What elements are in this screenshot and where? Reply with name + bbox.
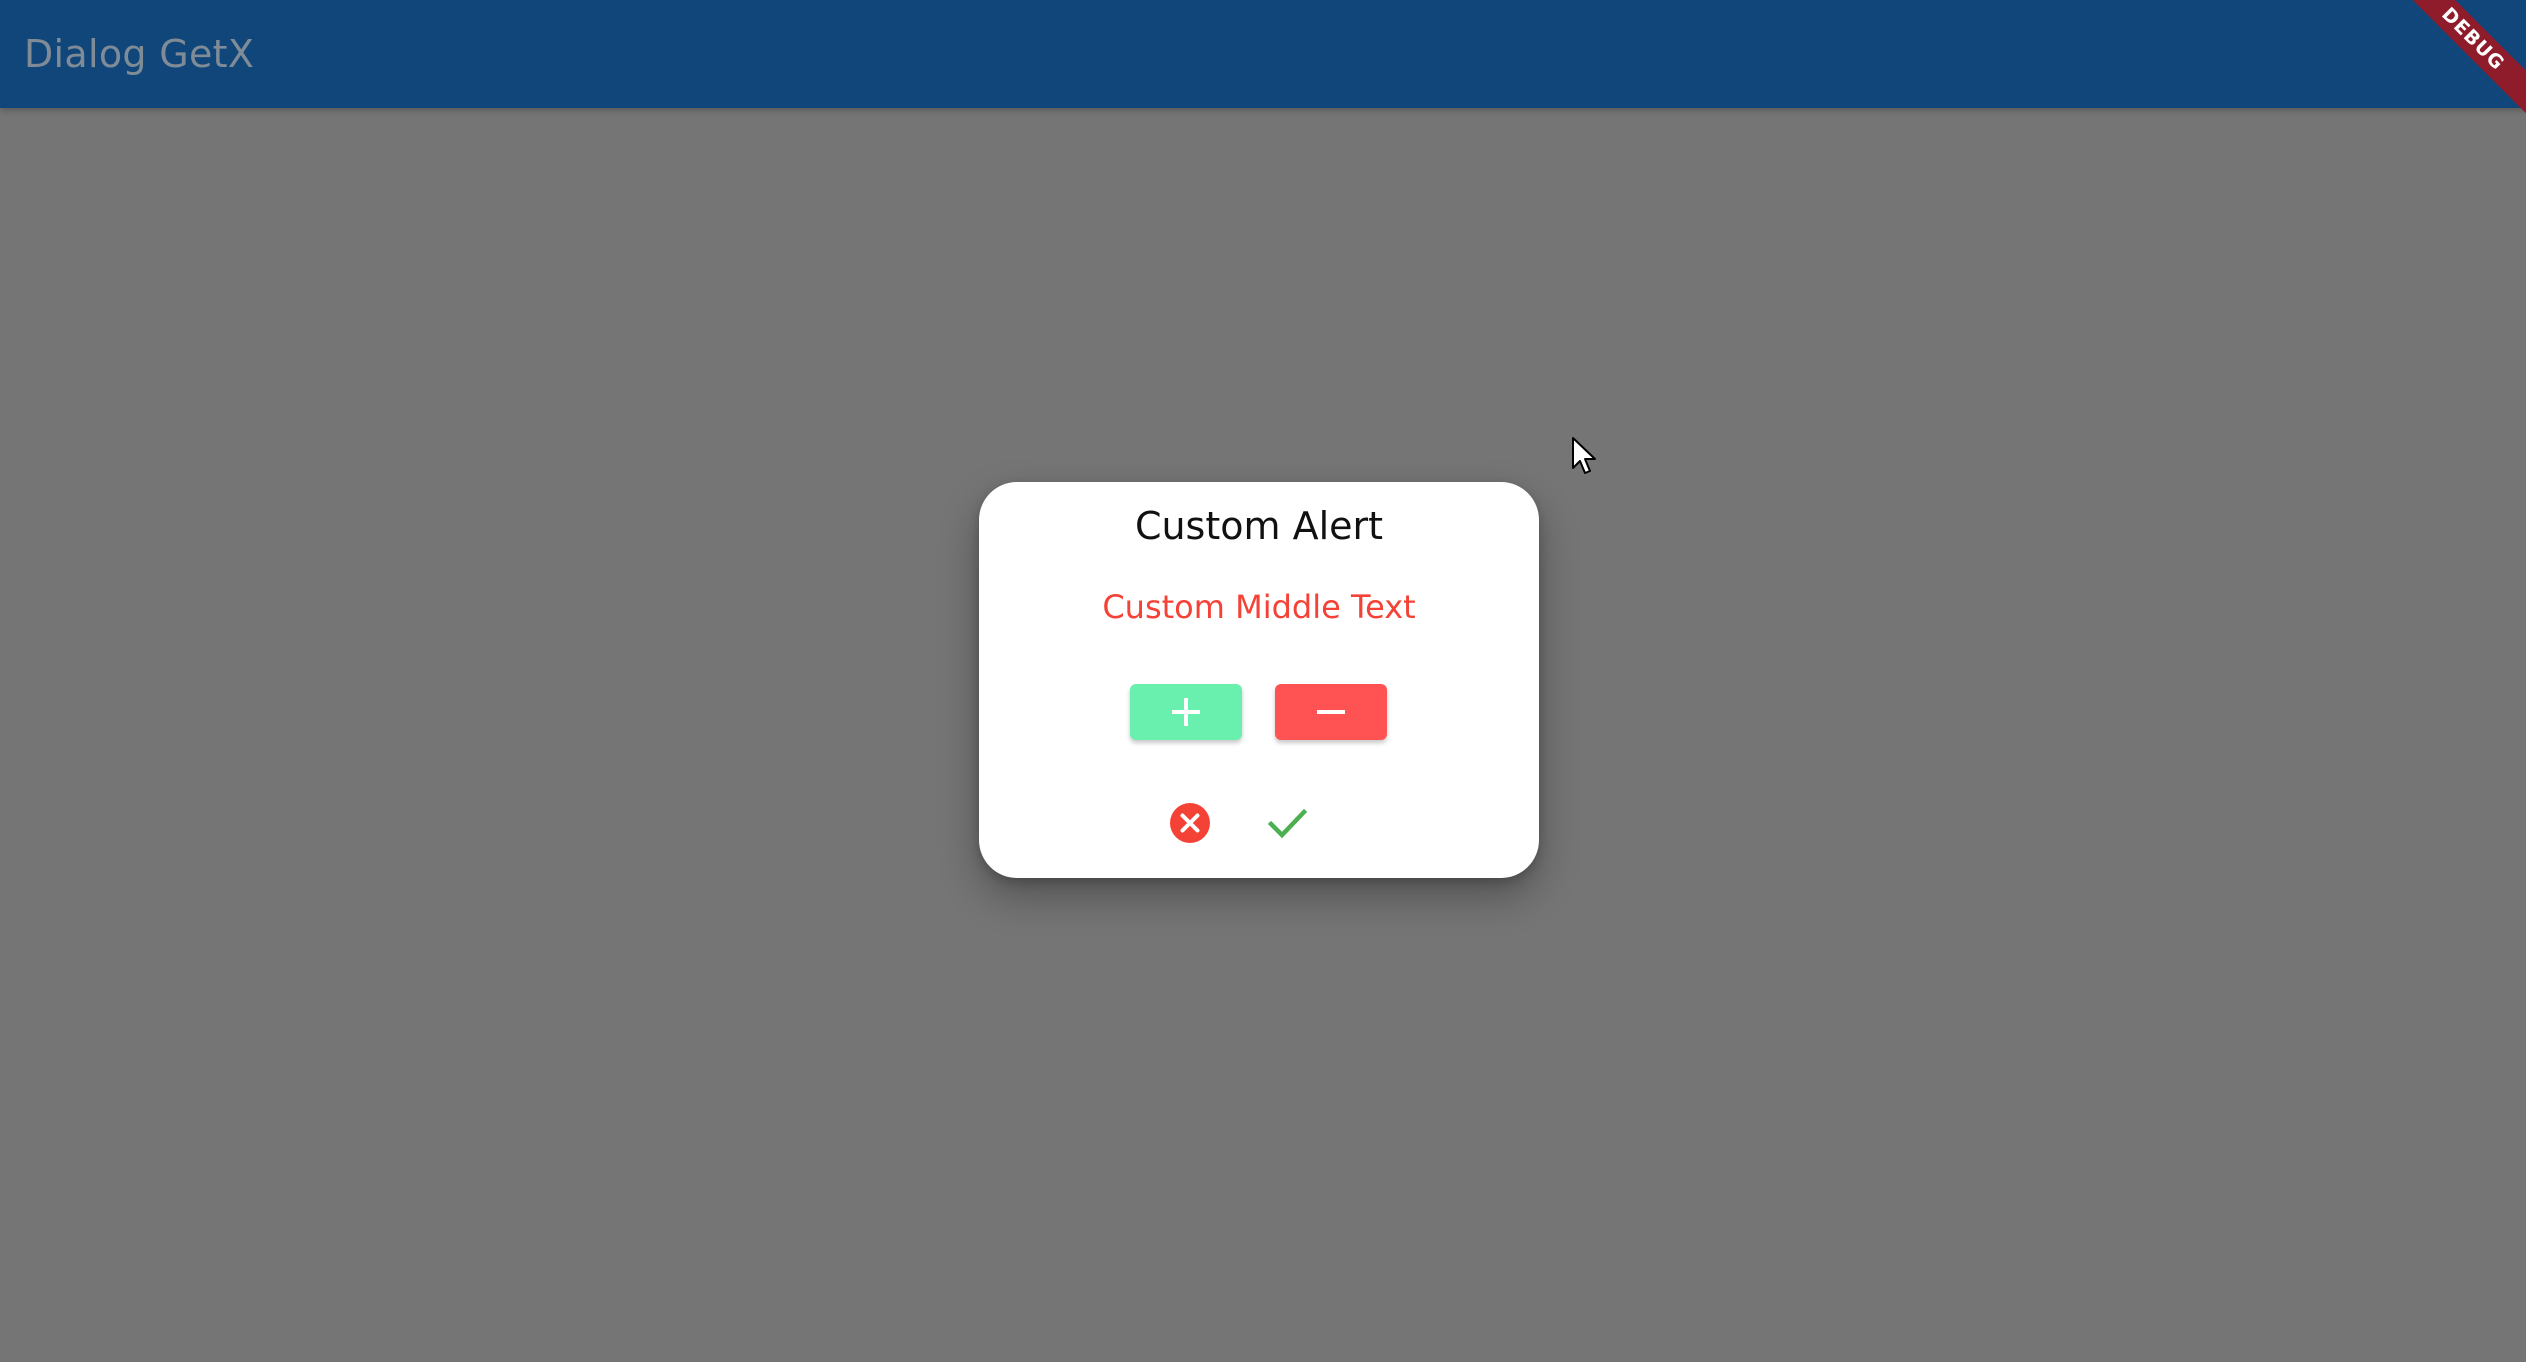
debug-banner: DEBUG bbox=[2406, 0, 2526, 120]
app-bar: Dialog GetX bbox=[0, 0, 2526, 108]
confirm-action[interactable] bbox=[1266, 802, 1308, 844]
debug-banner-label: DEBUG bbox=[2406, 0, 2526, 117]
remove-button[interactable] bbox=[1275, 684, 1387, 740]
check-icon bbox=[1267, 808, 1308, 839]
minus-icon bbox=[1317, 710, 1345, 714]
alert-dialog: Custom Alert Custom Middle Text bbox=[979, 482, 1539, 878]
cancel-action[interactable] bbox=[1169, 802, 1211, 844]
dialog-middle-text: Custom Middle Text bbox=[1102, 588, 1416, 626]
plus-icon bbox=[1172, 698, 1200, 726]
app-title: Dialog GetX bbox=[24, 32, 255, 76]
cancel-circle-icon bbox=[1170, 803, 1210, 843]
add-button[interactable] bbox=[1130, 684, 1242, 740]
mouse-cursor-icon bbox=[1572, 437, 1596, 474]
dialog-title: Custom Alert bbox=[1134, 504, 1384, 548]
